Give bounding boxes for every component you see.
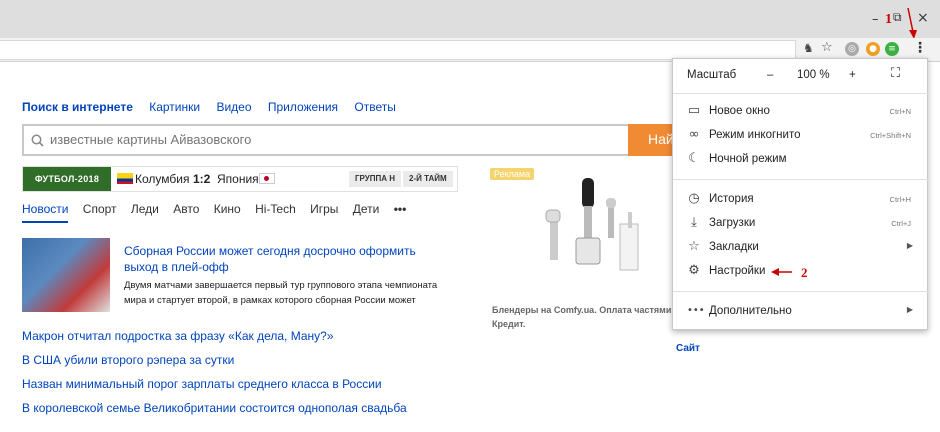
- extension-gray-icon[interactable]: ◎: [845, 42, 859, 56]
- news-photo[interactable]: [22, 238, 110, 312]
- minimize-button[interactable]: –: [872, 12, 879, 27]
- browser-window: – ⧉ × 1 ♞ ☆ ◎ ● ≡ ⋮ Поиск в интернете Ка…: [0, 0, 940, 432]
- news-tab-sport[interactable]: Спорт: [83, 202, 117, 216]
- colombia-flag-icon: [117, 173, 133, 184]
- search-input[interactable]: [50, 132, 610, 147]
- menu-item-shortcut: Ctrl+Shift+N: [870, 131, 911, 140]
- chrome-menu-icon[interactable]: ⋮: [913, 40, 927, 56]
- close-button[interactable]: ×: [917, 10, 929, 26]
- bookmark-star-icon[interactable]: ☆: [821, 40, 833, 55]
- fullscreen-icon[interactable]: ⛶: [891, 66, 900, 81]
- football-badge: ФУТБОЛ-2018: [23, 167, 111, 191]
- tab-answers[interactable]: Ответы: [354, 100, 395, 114]
- main-news-snippet: Двумя матчами завершается первый тур гру…: [124, 280, 438, 306]
- new-window-icon: ▭: [687, 103, 701, 118]
- submenu-arrow-icon: ▶: [906, 305, 913, 314]
- main-news-headline[interactable]: Сборная России может сегодня досрочно оф…: [124, 243, 444, 275]
- news-tab-lady[interactable]: Леди: [131, 202, 159, 216]
- annotation-arrow-2: [771, 268, 792, 276]
- news-link[interactable]: В королевской семье Великобритании состо…: [22, 401, 407, 415]
- team-1: Колумбия: [135, 172, 190, 186]
- score: 1:2: [193, 172, 211, 186]
- menu-separator: [673, 179, 929, 180]
- menu-item-label: История: [709, 193, 754, 205]
- tab-web-search[interactable]: Поиск в интернете: [22, 100, 133, 114]
- menu-item-incognito[interactable]: ∞ Режим инкогнито Ctrl+Shift+N: [673, 125, 929, 147]
- chrome-menu: Масштаб – 100 % + ⛶ ▭ Новое окно Ctrl+N …: [672, 58, 929, 330]
- news-link[interactable]: Назван минимальный порог зарплаты средне…: [22, 377, 382, 391]
- team-2: Япония: [217, 172, 259, 186]
- tab-apps[interactable]: Приложения: [268, 100, 338, 114]
- news-tab-kids[interactable]: Дети: [353, 202, 380, 216]
- news-tab-auto[interactable]: Авто: [173, 202, 199, 216]
- menu-item-label: Ночной режим: [709, 153, 787, 165]
- star-icon: ☆: [688, 239, 700, 254]
- tab-video[interactable]: Видео: [216, 100, 251, 114]
- news-tab-hitech[interactable]: Hi-Tech: [255, 202, 296, 216]
- moon-icon: ☾: [688, 151, 700, 166]
- zoom-plus-button[interactable]: +: [849, 69, 856, 81]
- restore-button[interactable]: ⧉: [893, 10, 902, 25]
- ad-badge: Реклама: [490, 168, 535, 180]
- menu-item-shortcut: Ctrl+J: [891, 219, 911, 228]
- address-bar[interactable]: [0, 40, 796, 60]
- menu-item-more[interactable]: ••• Дополнительно ▶: [673, 301, 929, 323]
- search-icon: [31, 134, 44, 147]
- title-bar: – ⧉ × 1: [0, 0, 940, 39]
- more-dots-icon: •••: [687, 305, 705, 316]
- annotation-number-1: 1: [885, 12, 892, 27]
- news-tab-cinema[interactable]: Кино: [214, 202, 241, 216]
- football-widget[interactable]: ФУТБОЛ-2018 Колумбия 1:2 Япония ГРУППА H…: [22, 166, 458, 192]
- news-tabs: Новости Спорт Леди Авто Кино Hi-Tech Игр…: [22, 202, 417, 216]
- download-icon: ⤓: [691, 215, 697, 230]
- zoom-label: Масштаб: [687, 69, 737, 81]
- news-link[interactable]: Макрон отчитал подростка за фразу «Как д…: [22, 329, 334, 343]
- menu-item-new-window[interactable]: ▭ Новое окно Ctrl+N: [673, 101, 929, 123]
- extension-puzzle-icon[interactable]: ♞: [803, 41, 814, 55]
- menu-item-bookmarks[interactable]: ☆ Закладки ▶: [673, 237, 929, 259]
- menu-item-label: Настройки: [709, 265, 766, 277]
- blender-image[interactable]: [540, 176, 650, 276]
- ad-site-link[interactable]: Сайт: [676, 343, 700, 354]
- news-tab-more[interactable]: •••: [394, 202, 407, 216]
- zoom-value: 100 %: [797, 69, 830, 81]
- annotation-arrow-1: [907, 7, 917, 39]
- annotation-number-2: 2: [801, 265, 808, 280]
- zoom-minus-button[interactable]: –: [767, 69, 773, 81]
- menu-item-label: Новое окно: [709, 105, 770, 117]
- group-badge: ГРУППА H: [349, 171, 402, 187]
- news-tab-news[interactable]: Новости: [22, 202, 68, 216]
- menu-item-label: Дополнительно: [709, 305, 792, 317]
- incognito-icon: ∞: [688, 127, 700, 142]
- submenu-arrow-icon: ▶: [906, 241, 913, 250]
- extension-green-icon[interactable]: ≡: [885, 42, 899, 56]
- menu-item-shortcut: Ctrl+H: [889, 195, 911, 204]
- japan-flag-icon: [259, 173, 275, 184]
- half-badge: 2-Й ТАЙМ: [403, 171, 453, 187]
- news-tab-games[interactable]: Игры: [310, 202, 338, 216]
- menu-item-label: Загрузки: [709, 217, 756, 229]
- extension-orange-icon[interactable]: ●: [866, 42, 880, 56]
- gear-icon: ⚙: [688, 263, 700, 278]
- search-tabs: Поиск в интернете Картинки Видео Приложе…: [22, 100, 409, 114]
- ad-caption[interactable]: Блендеры на Comfy.ua. Оплата частями Кре…: [492, 303, 672, 331]
- menu-item-night-mode[interactable]: ☾ Ночной режим: [673, 149, 929, 171]
- menu-item-history[interactable]: ◷ История Ctrl+H: [673, 189, 929, 211]
- search-box: [22, 124, 628, 156]
- menu-separator: [673, 291, 929, 292]
- menu-item-shortcut: Ctrl+N: [889, 107, 911, 116]
- menu-item-downloads[interactable]: ⤓ Загрузки Ctrl+J: [673, 213, 929, 235]
- history-icon: ◷: [688, 191, 700, 206]
- news-link[interactable]: В США убили второго рэпера за сутки: [22, 353, 234, 367]
- menu-item-settings[interactable]: ⚙ Настройки 2: [673, 261, 929, 283]
- news-tab-underline: [22, 221, 68, 223]
- search-button[interactable]: Найти: [628, 124, 672, 156]
- menu-separator: [673, 93, 929, 94]
- menu-item-label: Закладки: [709, 241, 759, 253]
- menu-item-label: Режим инкогнито: [709, 129, 801, 141]
- tab-images[interactable]: Картинки: [149, 100, 200, 114]
